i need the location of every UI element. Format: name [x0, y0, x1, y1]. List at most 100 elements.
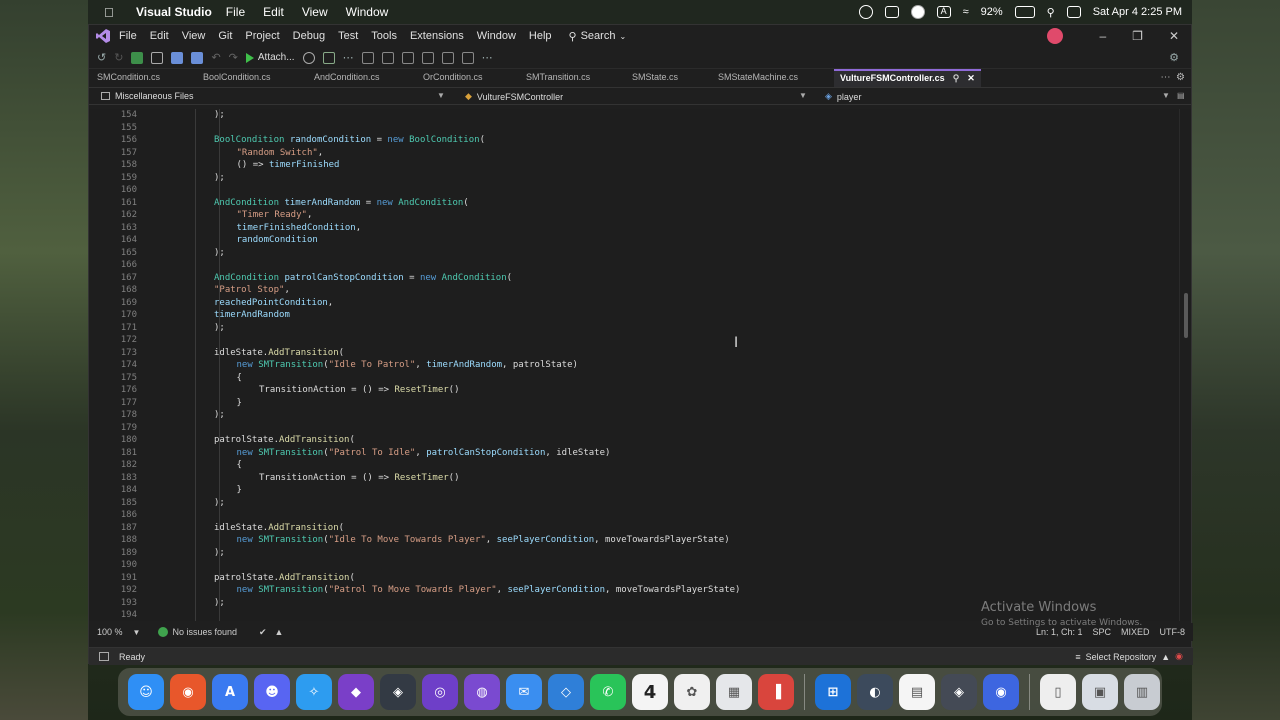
tab-boolcondition[interactable]: BoolCondition.cs	[203, 72, 271, 86]
wifi-icon[interactable]: ≈	[963, 6, 969, 18]
class-dropdown[interactable]: ◆ VultureFSMController	[465, 91, 563, 102]
chevron-down-icon[interactable]: ▼	[133, 628, 141, 637]
code-line[interactable]: 168 "Patrol Stop",	[89, 284, 1181, 297]
code-line[interactable]: 156 BoolCondition randomCondition = new B…	[89, 134, 1181, 147]
code-line[interactable]: 162 "Timer Ready",	[89, 209, 1181, 222]
code-line[interactable]: 167 AndCondition patrolCanStopCondition =…	[89, 272, 1181, 285]
open-file-icon[interactable]	[151, 51, 164, 64]
pin-icon[interactable]: ⚲	[953, 73, 960, 84]
close-window-icon[interactable]: ✕	[1169, 29, 1179, 43]
code-line[interactable]: 182 {	[89, 459, 1181, 472]
network-app-icon[interactable]: ◇	[548, 674, 584, 710]
document-icon[interactable]: ▯	[1040, 674, 1076, 710]
launchpad-icon[interactable]: ▦	[716, 674, 752, 710]
save-all-icon[interactable]	[191, 51, 204, 64]
control-center-icon[interactable]	[1066, 6, 1081, 18]
save-icon[interactable]	[171, 51, 184, 64]
code-line[interactable]: 186	[89, 509, 1181, 522]
zoom-level[interactable]: 100 %	[97, 627, 123, 637]
menubar-clock[interactable]: Sat Apr 4 2:25 PM	[1093, 6, 1182, 18]
whatsapp-icon[interactable]: ✆	[590, 674, 626, 710]
tab-overflow-icon[interactable]: ⋯ ⚙	[1160, 72, 1185, 83]
code-line[interactable]: 179	[89, 422, 1181, 435]
mac-menu-edit[interactable]: Edit	[263, 5, 284, 19]
nav-forward-icon[interactable]: ↻	[114, 51, 123, 64]
split-editor-icon[interactable]: ▤	[1177, 91, 1185, 100]
new-item-icon[interactable]	[131, 51, 144, 64]
close-tab-icon[interactable]: ✕	[967, 73, 975, 84]
vs-menu-git[interactable]: Git	[218, 30, 232, 42]
chevron-up-icon[interactable]: ▲	[275, 627, 284, 637]
discord-icon[interactable]: ☻	[254, 674, 290, 710]
code-line[interactable]: 160	[89, 184, 1181, 197]
code-cleanup-icon[interactable]: ✔	[259, 627, 267, 638]
screen-mirror-icon[interactable]	[884, 6, 899, 18]
unity-hub-icon[interactable]: ◈	[380, 674, 416, 710]
vs-menu-window[interactable]: Window	[477, 30, 516, 42]
code-line[interactable]: 169 reachedPointCondition,	[89, 297, 1181, 310]
mail-icon[interactable]: ✉	[506, 674, 542, 710]
vs-menu-project[interactable]: Project	[245, 30, 279, 42]
more-options-icon[interactable]: ⋯	[343, 51, 354, 64]
indent-icon[interactable]	[421, 51, 434, 64]
parallels-icon[interactable]: ▐	[758, 674, 794, 710]
notes-icon[interactable]: ▤	[899, 674, 935, 710]
tab-smstate[interactable]: SMState.cs	[632, 72, 678, 86]
mac-menu-file[interactable]: File	[226, 5, 245, 19]
code-line[interactable]: 181 new SMTransition("Patrol To Idle", pa…	[89, 447, 1181, 460]
visual-studio-icon[interactable]: ◆	[338, 674, 374, 710]
output-icon[interactable]	[99, 652, 109, 661]
outdent-icon[interactable]	[441, 51, 454, 64]
code-line[interactable]: 178);	[89, 409, 1181, 422]
vs-menu-tools[interactable]: Tools	[371, 30, 397, 42]
code-line[interactable]: 184}	[89, 484, 1181, 497]
refresh-icon[interactable]	[322, 51, 335, 64]
code-line[interactable]: 171);	[89, 322, 1181, 335]
code-line[interactable]: 161 AndCondition timerAndRandom = new And…	[89, 197, 1181, 210]
code-line[interactable]: 189);	[89, 547, 1181, 560]
spacing-mode[interactable]: SPC	[1092, 627, 1111, 637]
chevron-down-icon[interactable]: ▼	[437, 91, 445, 100]
mac-menu-window[interactable]: Window	[346, 5, 389, 19]
battery-icon[interactable]	[1014, 6, 1035, 18]
input-source-icon[interactable]: A	[936, 6, 951, 18]
tab-vulturefsmcontroller[interactable]: VultureFSMController.cs ⚲ ✕	[834, 69, 981, 87]
code-line[interactable]: 164 randomCondition	[89, 234, 1181, 247]
vs-search-box[interactable]: ⚲ Search ⌄	[569, 30, 627, 43]
code-line[interactable]: 154);	[89, 109, 1181, 122]
vs-menu-extensions[interactable]: Extensions	[410, 30, 464, 42]
line-endings[interactable]: MIXED	[1121, 627, 1150, 637]
code-line[interactable]: 190	[89, 559, 1181, 572]
code-line[interactable]: 172	[89, 334, 1181, 347]
tab-smtransition[interactable]: SMTransition.cs	[526, 72, 590, 86]
issues-status[interactable]: No issues found	[172, 627, 237, 637]
code-line[interactable]: 170 timerAndRandom	[89, 309, 1181, 322]
undo-icon[interactable]: ↶	[211, 51, 220, 64]
mac-menu-view[interactable]: View	[302, 5, 328, 19]
code-line[interactable]: 175 {	[89, 372, 1181, 385]
attach-button[interactable]: Attach...	[245, 52, 295, 63]
select-repository-button[interactable]: ≡ Select Repository ▲ ◉	[1075, 651, 1183, 662]
code-line[interactable]: 177}	[89, 397, 1181, 410]
file-encoding[interactable]: UTF-8	[1160, 627, 1186, 637]
code-line[interactable]: 185);	[89, 497, 1181, 510]
vs-menu-test[interactable]: Test	[338, 30, 358, 42]
preview-icon[interactable]: ▣	[1082, 674, 1118, 710]
code-line[interactable]: 191 patrolState.AddTransition(	[89, 572, 1181, 585]
record-icon[interactable]	[910, 5, 925, 19]
code-line[interactable]: 176 TransitionAction = () => ResetTimer()	[89, 384, 1181, 397]
find-icon[interactable]	[302, 51, 315, 64]
github-icon[interactable]: ◍	[464, 674, 500, 710]
code-line[interactable]: 157 "Random Switch",	[89, 147, 1181, 160]
trash-icon[interactable]: ▥	[1124, 674, 1160, 710]
vs-menu-view[interactable]: View	[182, 30, 206, 42]
account-avatar[interactable]	[1047, 28, 1064, 44]
toolbar-overflow-icon[interactable]: ⋯	[482, 51, 493, 64]
vertical-scrollbar[interactable]	[1179, 109, 1191, 621]
code-line[interactable]: 155	[89, 122, 1181, 135]
github-desktop-icon[interactable]: ◎	[422, 674, 458, 710]
chevron-down-icon[interactable]: ▼	[799, 91, 807, 100]
notifications-icon[interactable]: ◉	[1175, 651, 1183, 662]
code-editor[interactable]: 154); 155 156 BoolCondition randomCondition…	[89, 109, 1181, 621]
code-line[interactable]: 173 idleState.AddTransition(	[89, 347, 1181, 360]
